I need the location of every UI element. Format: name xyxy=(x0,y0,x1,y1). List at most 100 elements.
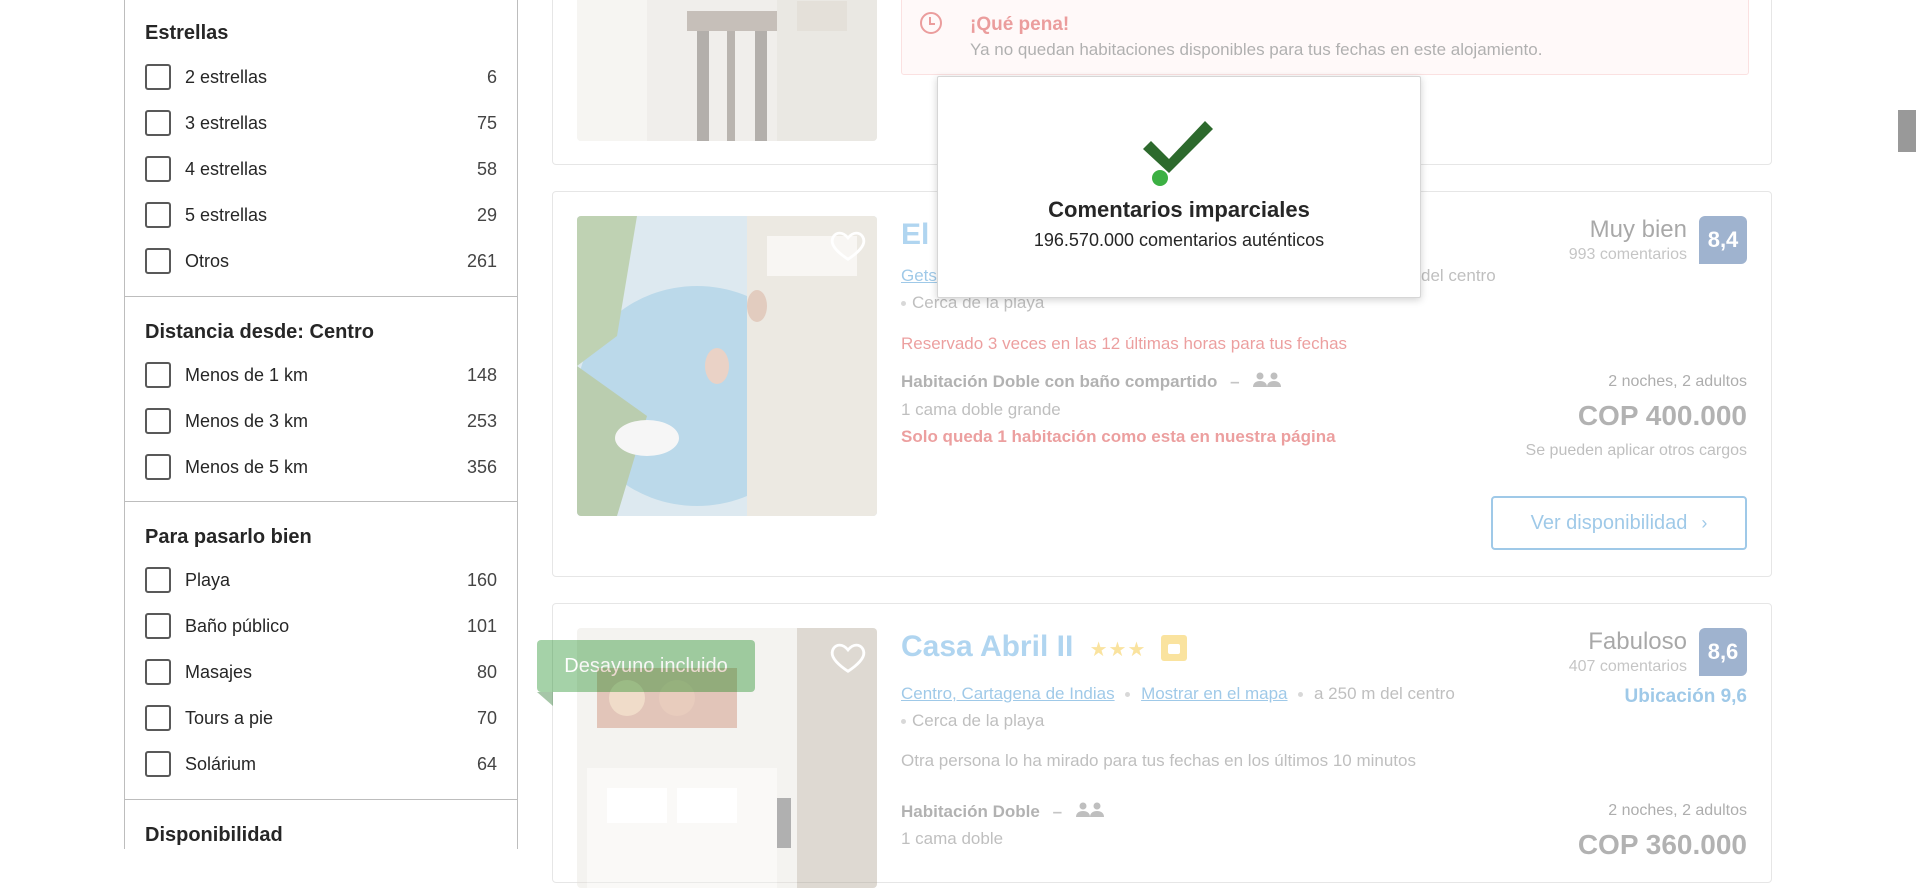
checkbox[interactable] xyxy=(145,64,171,90)
bed-type: 1 cama doble xyxy=(901,829,1004,848)
checkbox[interactable] xyxy=(145,659,171,685)
filters-sidebar: Estrellas 2 estrellas 6 3 estrellas 75 4… xyxy=(124,0,518,849)
filter-2-stars[interactable]: 2 estrellas 6 xyxy=(145,61,497,93)
location-line: Gets del centro xyxy=(901,266,1496,286)
filter-label: Menos de 3 km xyxy=(185,410,309,431)
score-badge: 8,6 xyxy=(1699,628,1747,676)
filter-public-bath[interactable]: Baño público 101 xyxy=(145,610,497,642)
filter-group-title: Estrellas xyxy=(145,22,229,44)
see-availability-button[interactable]: Ver disponibilidad › xyxy=(1491,496,1747,550)
filter-other-stars[interactable]: Otros 261 xyxy=(145,245,497,277)
guests-icon xyxy=(1075,802,1105,823)
review-score-block[interactable]: Muy bien 993 comentarios 8,4 xyxy=(1507,216,1747,266)
stay-info: 2 noches, 2 adultos xyxy=(1608,802,1747,819)
checkbox[interactable] xyxy=(145,156,171,182)
checkbox[interactable] xyxy=(145,705,171,731)
filter-distance-1km[interactable]: Menos de 1 km 148 xyxy=(145,359,497,391)
clock-icon xyxy=(920,12,942,34)
checkbox[interactable] xyxy=(145,567,171,593)
checkbox[interactable] xyxy=(145,202,171,228)
score-badge: 8,4 xyxy=(1699,216,1747,264)
review-count: 993 comentarios xyxy=(1568,246,1687,263)
checkbox[interactable] xyxy=(145,751,171,777)
checkbox[interactable] xyxy=(145,248,171,274)
bed-type: 1 cama doble grande xyxy=(901,400,1061,419)
filter-count: 75 xyxy=(476,112,497,133)
filter-label: Baño público xyxy=(185,615,290,636)
filter-solarium[interactable]: Solárium 64 xyxy=(145,748,497,780)
filter-group-title: Disponibilidad xyxy=(145,824,283,846)
location-score: Ubicación 9,6 xyxy=(1624,686,1748,707)
room-name: Habitación Doble con baño compartido xyxy=(901,372,1218,391)
filter-label: 4 estrellas xyxy=(185,158,268,179)
filter-distance-5km[interactable]: Menos de 5 km 356 xyxy=(145,451,497,483)
property-photo[interactable] xyxy=(577,216,877,516)
filter-count: 101 xyxy=(466,615,497,636)
filter-label: Masajes xyxy=(185,661,253,682)
filter-count: 64 xyxy=(476,753,497,774)
filter-count: 160 xyxy=(466,569,497,590)
checkbox[interactable] xyxy=(145,362,171,388)
fees-note: Se pueden aplicar otros cargos xyxy=(1525,442,1747,459)
distance-text: del centro xyxy=(1421,266,1496,285)
filter-count: 29 xyxy=(476,204,497,225)
bullet-dot xyxy=(901,719,906,725)
filter-label: 3 estrellas xyxy=(185,112,268,133)
room-name: Habitación Doble xyxy=(901,802,1040,821)
photo-image xyxy=(577,0,877,141)
review-score-block[interactable]: Fabuloso 407 comentarios 8,6 xyxy=(1507,628,1747,678)
chevron-right-icon: › xyxy=(1701,512,1708,533)
bullet-dot xyxy=(1298,692,1304,698)
filter-count: 58 xyxy=(476,158,497,179)
room-dash: – xyxy=(1230,372,1240,391)
heart-icon[interactable] xyxy=(829,638,867,676)
district-link[interactable]: Centro, Cartagena de Indias xyxy=(901,684,1115,703)
room-type: Habitación Doble con baño compartido – xyxy=(901,372,1282,393)
bullet-dot xyxy=(901,301,906,307)
property-photo[interactable] xyxy=(577,0,877,141)
room-type: Habitación Doble – xyxy=(901,802,1105,823)
location-link[interactable]: Gets xyxy=(901,266,937,285)
filter-count: 6 xyxy=(486,66,497,87)
popup-subtitle: 196.570.000 comentarios auténticos xyxy=(1033,230,1325,250)
bullet-dot xyxy=(1125,692,1131,698)
filter-distance-3km[interactable]: Menos de 3 km 253 xyxy=(145,405,497,437)
filter-count: 148 xyxy=(466,364,497,385)
price: COP 360.000 xyxy=(1577,829,1747,860)
room-dash: – xyxy=(1052,802,1063,821)
alert-text: Ya no quedan habitaciones disponibles pa… xyxy=(970,40,1543,59)
filter-group-stars: Estrellas 2 estrellas 6 3 estrellas 75 4… xyxy=(125,0,517,296)
filter-walking-tours[interactable]: Tours a pie 70 xyxy=(145,702,497,734)
filter-group-availability: Disponibilidad xyxy=(125,799,517,850)
heart-icon[interactable] xyxy=(829,226,867,264)
property-name[interactable]: Casa Abril II xyxy=(901,630,1073,663)
filter-label: 5 estrellas xyxy=(185,204,268,225)
filter-count: 80 xyxy=(476,661,497,682)
filter-label: Menos de 5 km xyxy=(185,456,309,477)
booked-note: Reservado 3 veces en las 12 últimas hora… xyxy=(901,334,1348,353)
filter-label: Tours a pie xyxy=(185,707,274,728)
checkbox[interactable] xyxy=(145,613,171,639)
property-card: Desayuno incluido Casa Abril II ★★★ Cent… xyxy=(537,603,1772,888)
beach-text: Cerca de la playa xyxy=(912,711,1045,730)
show-on-map-link[interactable]: Mostrar en el mapa xyxy=(1141,684,1287,703)
filter-4-stars[interactable]: 4 estrellas 58 xyxy=(145,153,497,185)
rating-word: Fabuloso xyxy=(1588,628,1687,655)
filter-massage[interactable]: Masajes 80 xyxy=(145,656,497,688)
filter-label: Solárium xyxy=(185,753,257,774)
scrollbar-thumb[interactable] xyxy=(1898,110,1916,152)
checkbox[interactable] xyxy=(145,454,171,480)
ribbon-fold xyxy=(537,692,553,706)
stay-info: 2 noches, 2 adultos xyxy=(1608,373,1747,390)
filter-beach[interactable]: Playa 160 xyxy=(145,564,497,596)
filter-group-fun: Para pasarlo bien Playa 160 Baño público… xyxy=(125,501,517,800)
checkbox[interactable] xyxy=(145,110,171,136)
filter-3-stars[interactable]: 3 estrellas 75 xyxy=(145,107,497,139)
looking-note: Otra persona lo ha mirado para tus fecha… xyxy=(901,751,1416,770)
checkbox[interactable] xyxy=(145,408,171,434)
property-name-block: Casa Abril II ★★★ xyxy=(901,630,1187,664)
filter-label: Menos de 1 km xyxy=(185,364,309,385)
review-count: 407 comentarios xyxy=(1568,658,1687,675)
filter-5-stars[interactable]: 5 estrellas 29 xyxy=(145,199,497,231)
breakfast-included-badge: Desayuno incluido xyxy=(537,640,755,692)
